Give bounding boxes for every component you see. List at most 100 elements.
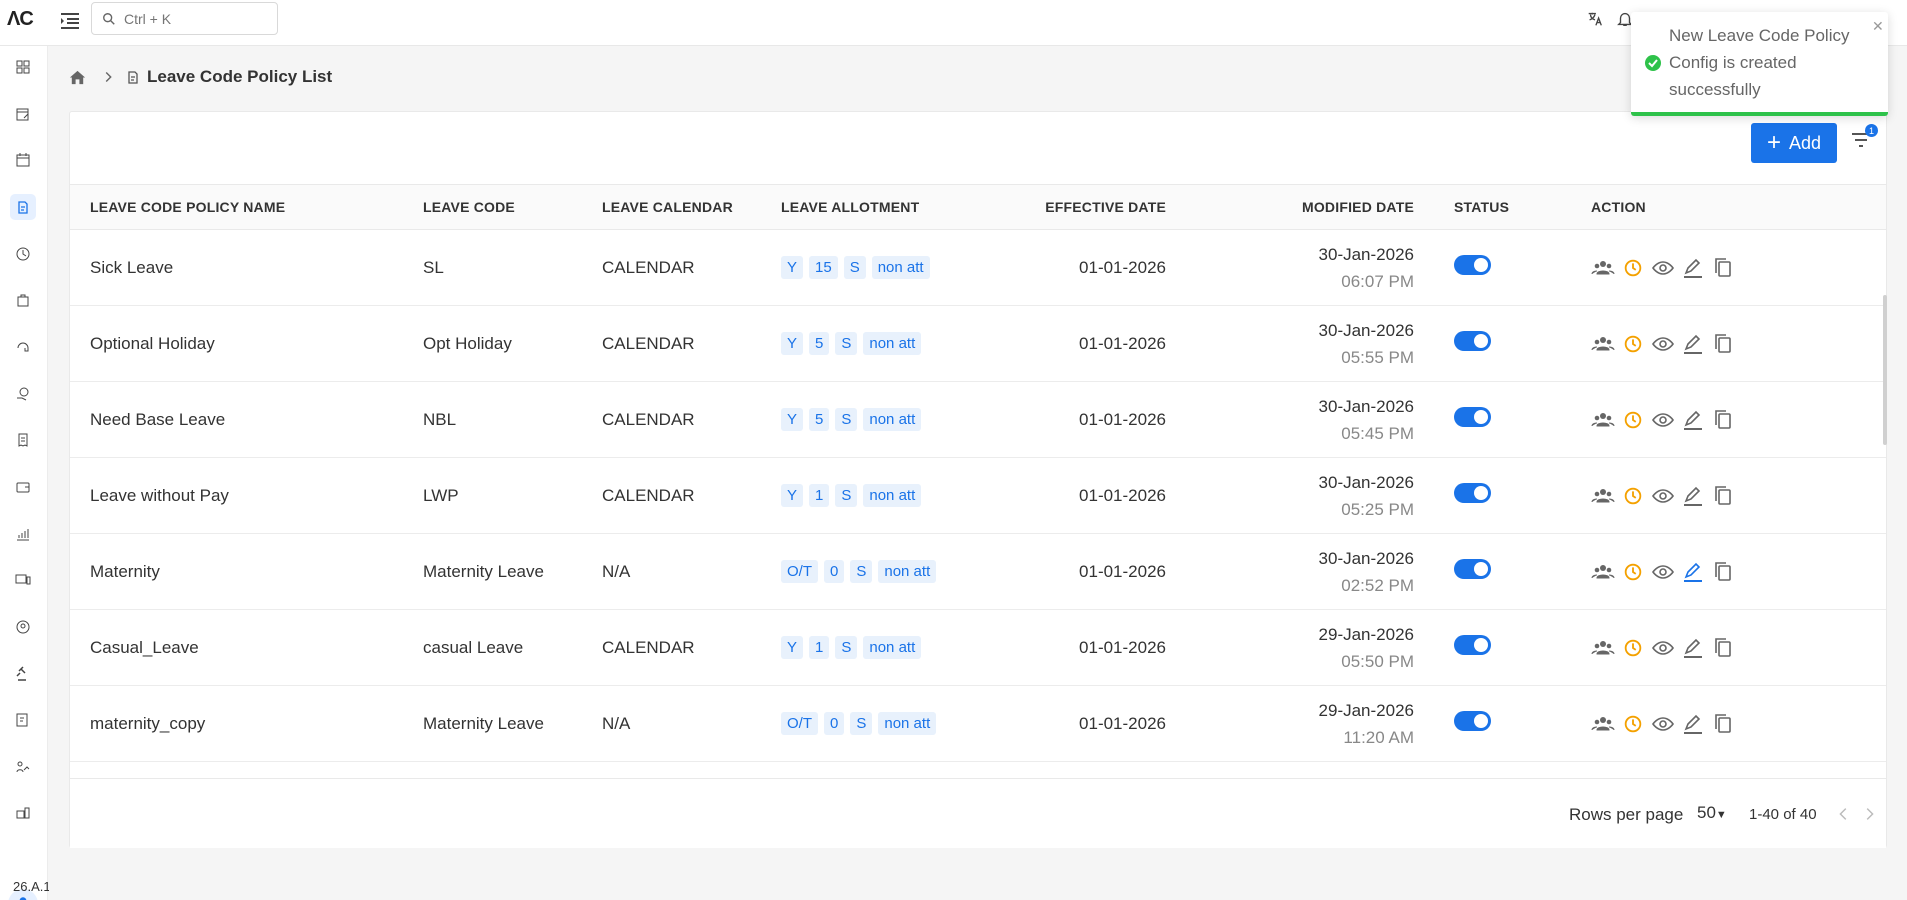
copy-icon[interactable] bbox=[1711, 484, 1735, 508]
copy-icon[interactable] bbox=[1711, 256, 1735, 280]
history-icon[interactable] bbox=[1621, 484, 1645, 508]
action-cell bbox=[1571, 457, 1886, 534]
sidebar-item-team[interactable] bbox=[10, 754, 36, 780]
eye-icon[interactable] bbox=[1651, 408, 1675, 432]
edit-icon[interactable] bbox=[1681, 560, 1705, 584]
sidebar-item-receipt[interactable] bbox=[10, 427, 36, 453]
status-toggle[interactable] bbox=[1454, 331, 1491, 351]
search-box[interactable] bbox=[91, 2, 278, 35]
status-cell bbox=[1434, 685, 1571, 762]
table-row[interactable]: Maternity Maternity Leave N/A O/T 0 Snon a… bbox=[70, 533, 1886, 610]
receipt-icon bbox=[18, 433, 28, 447]
sidebar-item-assets[interactable] bbox=[10, 800, 36, 826]
add-button[interactable]: + Add bbox=[1751, 123, 1837, 163]
users-icon[interactable] bbox=[1591, 256, 1615, 280]
sidebar-item-devices[interactable] bbox=[10, 567, 36, 593]
action-cell bbox=[1571, 229, 1886, 306]
allotment-chip: Y bbox=[781, 484, 804, 507]
leave-policy-icon bbox=[18, 201, 28, 214]
eye-icon[interactable] bbox=[1651, 636, 1675, 660]
header-leave-code[interactable]: LEAVE CODE bbox=[403, 184, 582, 230]
gavel-icon bbox=[16, 666, 26, 681]
history-icon[interactable] bbox=[1621, 712, 1645, 736]
search-icon bbox=[103, 13, 115, 25]
header-modified-date[interactable]: MODIFIED DATE bbox=[1186, 184, 1434, 230]
sidebar-item-leave-policy[interactable] bbox=[10, 194, 36, 220]
edit-icon[interactable] bbox=[1681, 408, 1705, 432]
status-toggle[interactable] bbox=[1454, 407, 1491, 427]
copy-icon[interactable] bbox=[1711, 712, 1735, 736]
sidebar-item-legal[interactable] bbox=[10, 661, 36, 687]
edit-icon[interactable] bbox=[1681, 484, 1705, 508]
translate-icon[interactable] bbox=[1586, 10, 1606, 30]
table-row[interactable]: Optional Holiday Opt Holiday CALENDAR Y5… bbox=[70, 305, 1886, 382]
next-page-icon[interactable] bbox=[1860, 805, 1878, 823]
header-leave-allotment[interactable]: LEAVE ALLOTMENT bbox=[761, 184, 1006, 230]
menu-toggle-icon[interactable] bbox=[58, 9, 82, 33]
users-icon[interactable] bbox=[1591, 484, 1615, 508]
effective-date-cell: 01-01-2026 bbox=[1006, 457, 1186, 534]
sidebar-item-time[interactable] bbox=[10, 241, 36, 267]
edit-icon[interactable] bbox=[1681, 256, 1705, 280]
header-status[interactable]: STATUS bbox=[1434, 184, 1571, 230]
sidebar-item-calendar[interactable] bbox=[10, 147, 36, 173]
table-scrollbar[interactable] bbox=[1883, 295, 1887, 445]
sidebar-item-dashboard[interactable] bbox=[10, 54, 36, 80]
sidebar-item-wallet[interactable] bbox=[10, 474, 36, 500]
users-icon[interactable] bbox=[1591, 408, 1615, 432]
copy-icon[interactable] bbox=[1711, 332, 1735, 356]
sidebar-item-support[interactable] bbox=[10, 334, 36, 360]
team-growth-icon bbox=[16, 761, 30, 773]
eye-icon[interactable] bbox=[1651, 256, 1675, 280]
rows-per-page-select[interactable]: 50▼ bbox=[1697, 803, 1727, 823]
users-icon[interactable] bbox=[1591, 712, 1615, 736]
status-toggle[interactable] bbox=[1454, 711, 1491, 731]
users-icon[interactable] bbox=[1591, 332, 1615, 356]
status-toggle[interactable] bbox=[1454, 483, 1491, 503]
status-toggle[interactable] bbox=[1454, 635, 1491, 655]
search-input[interactable] bbox=[124, 9, 272, 29]
header-effective-date[interactable]: EFFECTIVE DATE bbox=[1006, 184, 1186, 230]
home-icon[interactable] bbox=[68, 68, 87, 87]
users-icon[interactable] bbox=[1591, 560, 1615, 584]
sidebar-item-growth[interactable] bbox=[10, 521, 36, 547]
eye-icon[interactable] bbox=[1651, 560, 1675, 584]
header-leave-calendar[interactable]: LEAVE CALENDAR bbox=[582, 184, 761, 230]
sidebar-item-forms[interactable] bbox=[10, 707, 36, 733]
edit-icon[interactable] bbox=[1681, 712, 1705, 736]
devices-icon bbox=[15, 574, 31, 585]
edit-icon[interactable] bbox=[1681, 332, 1705, 356]
status-toggle[interactable] bbox=[1454, 559, 1491, 579]
table-row[interactable]: Sick Leave SL CALENDAR Y 15 Snon att 01-01… bbox=[70, 229, 1886, 306]
close-icon[interactable]: ✕ bbox=[1872, 18, 1884, 35]
prev-page-icon[interactable] bbox=[1835, 805, 1853, 823]
table-row[interactable]: Need Base Leave NBL CALENDAR Y 5 Snon att … bbox=[70, 381, 1886, 458]
history-icon[interactable] bbox=[1621, 408, 1645, 432]
copy-icon[interactable] bbox=[1711, 560, 1735, 584]
briefcase-icon bbox=[17, 294, 29, 307]
copy-icon[interactable] bbox=[1711, 636, 1735, 660]
eye-icon[interactable] bbox=[1651, 484, 1675, 508]
status-cell bbox=[1434, 457, 1571, 534]
sidebar-item-calendar-edit[interactable] bbox=[10, 101, 36, 127]
table-row[interactable]: Leave without Pay LWP CALENDAR Y 1 Snon at… bbox=[70, 457, 1886, 534]
copy-icon[interactable] bbox=[1711, 408, 1735, 432]
eye-icon[interactable] bbox=[1651, 712, 1675, 736]
edit-icon[interactable] bbox=[1681, 636, 1705, 660]
table-row[interactable]: Casual_Leave casual Leave CALENDAR Y 1 Sno… bbox=[70, 609, 1886, 686]
leave-allotment-cell: Y 5 Snon att bbox=[761, 381, 1006, 458]
sidebar-item-profile[interactable] bbox=[10, 614, 36, 640]
sidebar-item-briefcase[interactable] bbox=[10, 287, 36, 313]
table-row[interactable]: maternity_copy Maternity Leave N/A O/T 0 S… bbox=[70, 685, 1886, 762]
users-icon[interactable] bbox=[1591, 636, 1615, 660]
history-icon[interactable] bbox=[1621, 560, 1645, 584]
history-icon[interactable] bbox=[1621, 256, 1645, 280]
sidebar-item-payments[interactable] bbox=[10, 381, 36, 407]
allotment-chip: non att bbox=[863, 636, 922, 659]
header-policy-name[interactable]: LEAVE CODE POLICY NAME bbox=[70, 184, 403, 230]
history-icon[interactable] bbox=[1621, 636, 1645, 660]
status-toggle[interactable] bbox=[1454, 255, 1491, 275]
eye-icon[interactable] bbox=[1651, 332, 1675, 356]
filter-button[interactable]: 1 bbox=[1849, 124, 1878, 156]
history-icon[interactable] bbox=[1621, 332, 1645, 356]
